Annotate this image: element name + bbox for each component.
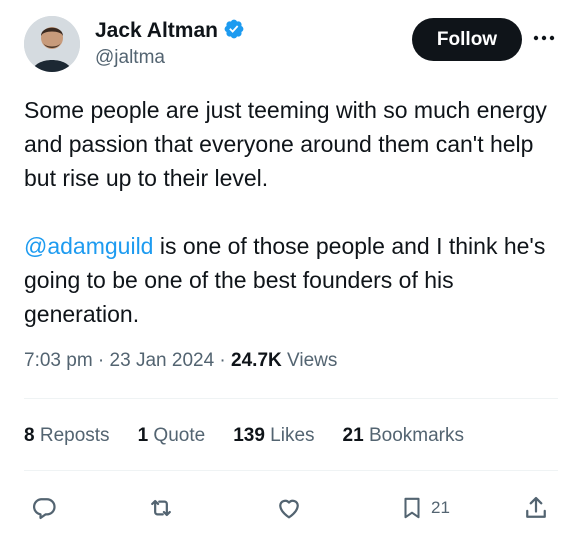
tweet-date[interactable]: 23 Jan 2024 — [110, 350, 215, 371]
author-handle[interactable]: @jaltma — [95, 47, 245, 69]
author-name-row: Jack Altman — [95, 18, 245, 44]
divider — [24, 470, 558, 471]
follow-button[interactable]: Follow — [412, 18, 522, 61]
stat-likes[interactable]: 139 Likes — [233, 425, 314, 447]
avatar[interactable] — [24, 16, 80, 72]
meta-separator: · — [214, 350, 232, 371]
engagement-stats: 8 Reposts 1 Quote 139 Likes 21 Bookmarks — [24, 425, 464, 447]
bookmark-button[interactable]: 21 — [399, 490, 450, 526]
more-options-button[interactable] — [529, 26, 559, 50]
tweet-paragraph: Some people are just teeming with so muc… — [24, 97, 547, 191]
stat-label: Bookmarks — [363, 425, 464, 446]
action-bar: 21 — [0, 490, 582, 526]
reply-icon — [33, 498, 56, 520]
stat-quotes[interactable]: 1 Quote — [138, 425, 206, 447]
heart-icon — [279, 499, 299, 519]
stat-label: Reposts — [34, 425, 110, 446]
tweet-header: Jack Altman @jaltma Follow — [24, 16, 564, 76]
tweet-meta: 7:03 pm · 23 Jan 2024 · 24.7K Views — [24, 350, 337, 372]
meta-separator: · — [92, 350, 110, 371]
repost-button[interactable] — [146, 490, 176, 526]
stat-count: 8 — [24, 425, 35, 446]
stat-label: Likes — [264, 425, 315, 446]
more-horizontal-icon — [533, 35, 555, 41]
verified-badge-icon[interactable] — [223, 18, 245, 45]
stat-label: Quote — [148, 425, 206, 446]
mention-link[interactable]: @adamguild — [24, 233, 153, 259]
author-block: Jack Altman @jaltma — [95, 18, 245, 69]
bookmark-count: 21 — [431, 498, 450, 517]
reply-button[interactable] — [30, 490, 58, 526]
like-button[interactable] — [275, 490, 303, 526]
author-name[interactable]: Jack Altman — [95, 19, 218, 43]
share-icon — [526, 496, 546, 518]
tweet-text: Some people are just teeming with so muc… — [24, 93, 559, 331]
bookmark-icon — [404, 497, 420, 519]
stat-bookmarks[interactable]: 21 Bookmarks — [343, 425, 464, 447]
views-label: Views — [281, 350, 338, 371]
tweet-card: Jack Altman @jaltma Follow Some people a… — [0, 0, 582, 560]
tweet-paragraph: @adamguild is one of those people and I … — [24, 229, 559, 331]
stat-count: 21 — [342, 425, 364, 446]
stat-count: 139 — [233, 425, 265, 446]
stat-reposts[interactable]: 8 Reposts — [24, 425, 110, 447]
views-count: 24.7K — [231, 350, 282, 371]
stat-count: 1 — [137, 425, 149, 446]
repost-icon — [151, 499, 171, 517]
divider — [24, 398, 558, 399]
share-button[interactable] — [522, 490, 550, 526]
tweet-time[interactable]: 7:03 pm — [24, 350, 93, 371]
